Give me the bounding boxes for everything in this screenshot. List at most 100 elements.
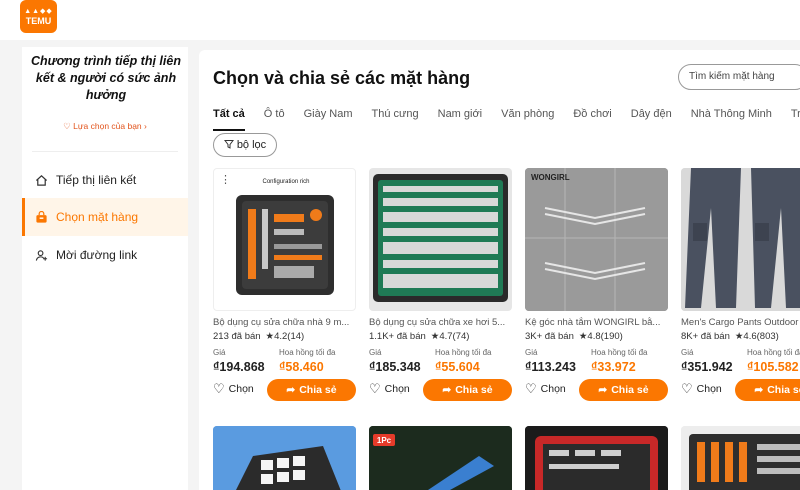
product-meta: 3K+ đã bán ★4.8(190) bbox=[525, 331, 668, 342]
share-button[interactable]: ➦ Chia sẻ bbox=[267, 379, 356, 401]
share-label: Chia sẻ bbox=[455, 384, 493, 396]
add-user-icon bbox=[34, 248, 48, 262]
product-meta: 213 đã bán ★4.2(14) bbox=[213, 331, 356, 342]
product-card[interactable]: WONGIRL Kệ góc nhà tắm WONGIRL bằ... 3K+… bbox=[525, 168, 668, 408]
sidebar-item-affiliate[interactable]: Tiếp thị liên kết bbox=[22, 161, 188, 199]
more-icon[interactable]: ⋮ bbox=[220, 173, 231, 186]
price: ₫185.348 bbox=[369, 360, 421, 374]
rating: 4.7 bbox=[439, 331, 453, 342]
share-icon: ➦ bbox=[754, 384, 764, 396]
sold-count: 1.1K+ đã bán bbox=[369, 331, 426, 342]
rating: 4.2 bbox=[274, 331, 288, 342]
product-image[interactable] bbox=[369, 168, 512, 311]
share-button[interactable]: ➦ Chia sẻ bbox=[423, 379, 512, 401]
select-label: Chọn bbox=[228, 383, 254, 395]
tab-smart-home[interactable]: Nhà Thông Minh bbox=[691, 108, 772, 126]
product-meta: 1.1K+ đã bán ★4.7(74) bbox=[369, 331, 512, 342]
sidebar-item-invite-link[interactable]: Mời đường link bbox=[22, 236, 188, 274]
commission-label: Hoa hồng tối đa bbox=[435, 348, 492, 357]
select-button[interactable]: ♡ Chọn bbox=[369, 379, 410, 399]
sidebar-item-label: Mời đường link bbox=[56, 248, 138, 262]
product-image[interactable]: Configuration rich ⋮ bbox=[213, 168, 356, 311]
select-label: Chọn bbox=[540, 383, 566, 395]
commission: ₫58.460 bbox=[279, 360, 324, 374]
heart-icon: ♡ bbox=[525, 381, 537, 396]
sold-count: 8K+ đã bán bbox=[681, 331, 730, 342]
product-card[interactable]: Configuration rich ⋮ Bộ dụng cụ sửa chữa… bbox=[213, 168, 356, 408]
commission: ₫55.604 bbox=[435, 360, 480, 374]
price-label: Giá bbox=[213, 348, 226, 357]
filter-icon bbox=[223, 139, 234, 152]
page-title: Chọn và chia sẻ các mặt hàng bbox=[213, 68, 471, 88]
tab-kids[interactable]: Trẻ bbox=[791, 108, 800, 126]
product-image[interactable]: WONGIRL bbox=[525, 168, 668, 311]
product-title[interactable]: Bộ dụng cụ sửa chữa nhà 9 m... bbox=[213, 317, 356, 328]
share-icon: ➦ bbox=[286, 384, 296, 396]
logo-mark: ▲▲◆◆ bbox=[24, 7, 53, 15]
product-image[interactable] bbox=[525, 426, 668, 490]
select-button[interactable]: ♡ Chọn bbox=[681, 379, 722, 399]
tab-auto[interactable]: Ô tô bbox=[264, 108, 285, 126]
heart-icon: ♡ bbox=[681, 381, 693, 396]
thumb-caption: Configuration rich bbox=[262, 179, 309, 185]
select-label: Chọn bbox=[384, 383, 410, 395]
tab-pets[interactable]: Thú cưng bbox=[372, 108, 419, 126]
heart-icon: ♡ bbox=[369, 381, 381, 396]
rating: 4.6 bbox=[743, 331, 757, 342]
product-image[interactable] bbox=[681, 426, 800, 490]
chevron-right-icon: › bbox=[144, 121, 147, 131]
tab-men[interactable]: Nam giới bbox=[438, 108, 483, 126]
commission-label: Hoa hồng tối đa bbox=[747, 348, 800, 357]
product-image[interactable] bbox=[213, 426, 356, 490]
review-count: (803) bbox=[756, 331, 779, 342]
tab-cables[interactable]: Dây đện bbox=[631, 108, 672, 126]
home-icon bbox=[34, 173, 48, 187]
share-label: Chia sẻ bbox=[767, 384, 800, 396]
price: ₫194.868 bbox=[213, 360, 265, 374]
commission-label: Hoa hồng tối đa bbox=[279, 348, 336, 357]
tab-all[interactable]: Tất cả bbox=[213, 108, 245, 131]
tab-office[interactable]: Văn phòng bbox=[501, 108, 554, 126]
share-icon: ➦ bbox=[442, 384, 452, 396]
main-panel: Chọn và chia sẻ các mặt hàng Tìm kiếm mặ… bbox=[199, 50, 800, 490]
product-title[interactable]: Men's Cargo Pants Outdoor bbox=[681, 317, 800, 328]
select-button[interactable]: ♡ Chọn bbox=[213, 379, 254, 399]
heart-icon: ♡ bbox=[213, 381, 225, 396]
product-title[interactable]: Bộ dụng cụ sửa chữa xe hơi 5... bbox=[369, 317, 512, 328]
price-label: Giá bbox=[369, 348, 382, 357]
product-image[interactable]: 1Pc bbox=[369, 426, 512, 490]
tab-mens-shoes[interactable]: Giày Nam bbox=[304, 108, 353, 126]
search-input[interactable]: Tìm kiếm mặt hàng bbox=[678, 64, 800, 90]
share-button[interactable]: ➦ Chia sẻ bbox=[579, 379, 668, 401]
review-count: (190) bbox=[600, 331, 623, 342]
product-title[interactable]: Kệ góc nhà tắm WONGIRL bằ... bbox=[525, 317, 668, 328]
product-grid: Configuration rich ⋮ Bộ dụng cụ sửa chữa… bbox=[213, 168, 800, 490]
commission: ₫105.582 bbox=[747, 360, 799, 374]
promo-choice-link[interactable]: ♡ Lựa chọn của bạn › bbox=[22, 121, 188, 132]
share-icon: ➦ bbox=[598, 384, 608, 396]
commission: ₫33.972 bbox=[591, 360, 636, 374]
review-count: (14) bbox=[287, 331, 305, 342]
temu-logo[interactable]: ▲▲◆◆ TEMU bbox=[20, 0, 57, 33]
sidebar-item-label: Chọn mặt hàng bbox=[56, 210, 139, 224]
thumb-badge: 1Pc bbox=[377, 436, 392, 445]
product-image[interactable] bbox=[681, 168, 800, 311]
price: ₫113.243 bbox=[525, 360, 576, 374]
product-card[interactable]: Bộ dụng cụ sửa chữa xe hơi 5... 1.1K+ đã… bbox=[369, 168, 512, 408]
price: ₫351.942 bbox=[681, 360, 733, 374]
share-button[interactable]: ➦ Chia sẻ bbox=[735, 379, 800, 401]
product-card[interactable]: Men's Cargo Pants Outdoor 8K+ đã bán ★4.… bbox=[681, 168, 800, 408]
share-label: Chia sẻ bbox=[611, 384, 649, 396]
sidebar: Chương trình tiếp thị liên kết & người c… bbox=[22, 47, 188, 490]
thumb-brand: WONGIRL bbox=[531, 173, 570, 182]
select-label: Chọn bbox=[696, 383, 722, 395]
tab-toys[interactable]: Đồ chơi bbox=[573, 108, 611, 126]
price-label: Giá bbox=[525, 348, 538, 357]
sidebar-item-select-products[interactable]: Chọn mặt hàng bbox=[22, 198, 188, 236]
select-button[interactable]: ♡ Chọn bbox=[525, 379, 566, 399]
filter-button[interactable]: bộ lọc bbox=[213, 133, 277, 157]
logo-text: TEMU bbox=[25, 15, 52, 26]
promo-choice-label: Lựa chọn của bạn bbox=[73, 121, 142, 131]
divider bbox=[32, 151, 178, 152]
commission-label: Hoa hồng tối đa bbox=[591, 348, 648, 357]
